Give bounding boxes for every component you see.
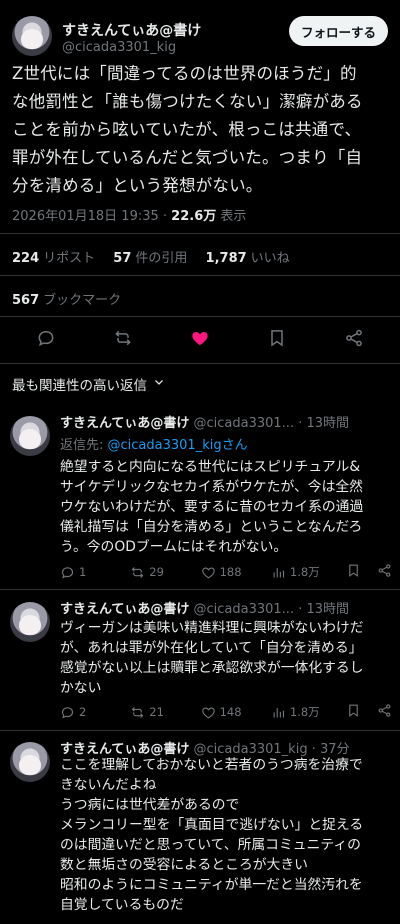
reply-icon[interactable] (36, 328, 56, 352)
reply-item[interactable]: すきえんてぃあ@書け @cicada3301_kig · 37分 ここを理解して… (0, 738, 400, 924)
reply-to-handle[interactable]: @cicada3301_kigさん (108, 438, 248, 453)
share-icon[interactable] (344, 328, 364, 352)
analytics-icon (273, 707, 284, 717)
repost-label: リポスト (43, 251, 96, 266)
view-count: 22.6万 (171, 209, 217, 224)
reply-header: すきえんてぃあ@書け @cicada3301... · 13時間 (60, 598, 390, 617)
divider (0, 730, 400, 731)
avatar[interactable] (12, 16, 52, 56)
avatar[interactable] (10, 416, 50, 456)
reply-to-prefix: 返信先: (60, 438, 108, 453)
avatar[interactable] (10, 602, 50, 642)
reply-count: 1 (79, 565, 87, 579)
heart-icon (201, 566, 215, 578)
tweet-meta: 2026年01月18日 19:35 · 22.6万 表示 (12, 205, 246, 224)
reply-button[interactable]: 2 (60, 705, 104, 720)
author-name[interactable]: すきえんてぃあ@書け (62, 20, 201, 40)
reply-header: すきえんてぃあ@書け @cicada3301... · 13時間 (60, 412, 390, 431)
view-count: 1.8万 (289, 565, 320, 579)
bookmark-icon[interactable] (346, 563, 361, 581)
reply-item[interactable]: すきえんてぃあ@書け @cicada3301... · 13時間 ヴィーガンは美… (0, 598, 400, 728)
reply-count: 2 (79, 705, 87, 719)
repost-icon (132, 566, 144, 578)
sort-label: 最も関連性の高い返信 (12, 378, 147, 394)
like-icon[interactable] (190, 328, 210, 352)
reply-icon (61, 566, 74, 579)
reply-action-bar: 2 21 148 1.8万 (60, 702, 392, 722)
bookmark-label: ブックマーク (43, 293, 122, 308)
divider (0, 589, 400, 590)
reply-handle[interactable]: @cicada3301... (194, 602, 295, 617)
author-handle[interactable]: @cicada3301_kig (62, 40, 176, 55)
views-button[interactable]: 1.8万 (271, 704, 320, 720)
reply-to: 返信先: @cicada3301_kigさん (60, 434, 248, 453)
quote-stat[interactable]: 57 件の引用 (113, 251, 187, 266)
reply-time[interactable]: · 13時間 (298, 416, 349, 431)
reply-icon (61, 706, 74, 719)
like-label: いいね (250, 251, 290, 266)
bookmark-icon[interactable] (346, 703, 361, 721)
follow-button[interactable]: フォローする (288, 16, 388, 46)
reply-text: ヴィーガンは美味い精進料理に興味がないわけだ が、あれは罪が外在化していて「自分… (60, 620, 364, 696)
main-tweet-header: すきえんてぃあ@書け @cicada3301_kig フォローする (12, 12, 388, 56)
like-count: 148 (219, 705, 242, 719)
bookmark-count: 567 (12, 293, 40, 308)
tweet-text: Z世代には「間違ってるのは世界のほうだ」的 な他罰性と「誰も傷つけたくない」潔癖… (12, 64, 363, 195)
view-count: 1.8万 (289, 705, 320, 719)
analytics-icon (273, 567, 284, 577)
reply-action-bar: 1 29 188 1.8万 (60, 562, 392, 582)
reply-handle[interactable]: @cicada3301... (194, 416, 295, 431)
heart-icon (201, 706, 215, 718)
reply-text: ここを理解しておかないと若者のうつ病を治療で きないんだよね うつ病には世代差が… (60, 757, 364, 913)
reply-extra-actions (346, 703, 392, 721)
chevron-down-icon (153, 376, 165, 392)
like-stat[interactable]: 1,787 いいね (206, 251, 290, 266)
quote-label: 件の引用 (135, 251, 188, 266)
repost-icon[interactable] (113, 328, 133, 352)
like-button[interactable]: 188 (201, 565, 245, 580)
reply-time[interactable]: · 13時間 (298, 602, 349, 617)
like-button[interactable]: 148 (201, 705, 245, 720)
like-count: 1,787 (205, 251, 247, 266)
tweet-action-bar (0, 326, 400, 354)
reply-text: 絶望すると内向になる世代にはスピリチュアル& サイケデリックなセカイ系がウケたが… (60, 459, 364, 555)
share-icon[interactable] (377, 563, 392, 581)
avatar[interactable] (10, 742, 50, 782)
bookmark-icon[interactable] (267, 328, 287, 352)
divider (0, 316, 400, 317)
views-button[interactable]: 1.8万 (271, 564, 320, 580)
bookmark-stat[interactable]: 567 ブックマーク (12, 289, 121, 308)
reply-sort-dropdown[interactable]: 最も関連性の高い返信 (12, 374, 165, 394)
repost-button[interactable]: 21 (130, 705, 174, 720)
divider (0, 275, 400, 276)
like-count: 188 (219, 565, 242, 579)
repost-count: 21 (149, 705, 164, 719)
quote-count: 57 (113, 251, 132, 266)
divider (0, 363, 400, 364)
repost-count: 224 (12, 251, 40, 266)
repost-icon (132, 706, 144, 718)
repost-button[interactable]: 29 (130, 565, 174, 580)
share-icon[interactable] (377, 703, 392, 721)
reply-item[interactable]: すきえんてぃあ@書け @cicada3301... · 13時間 返信先: @c… (0, 412, 400, 588)
view-label: 表示 (216, 209, 247, 224)
reply-author-name[interactable]: すきえんてぃあ@書け (60, 602, 189, 617)
reply-extra-actions (346, 563, 392, 581)
reply-button[interactable]: 1 (60, 565, 104, 580)
repost-count: 29 (149, 565, 164, 579)
repost-stat[interactable]: 224 リポスト (12, 251, 95, 266)
reply-author-name[interactable]: すきえんてぃあ@書け (60, 416, 189, 431)
tweet-date[interactable]: 2026年01月18日 19:35 · (12, 209, 171, 224)
engagement-stats: 224 リポスト 57 件の引用 1,787 いいね (12, 247, 304, 266)
divider (0, 233, 400, 234)
